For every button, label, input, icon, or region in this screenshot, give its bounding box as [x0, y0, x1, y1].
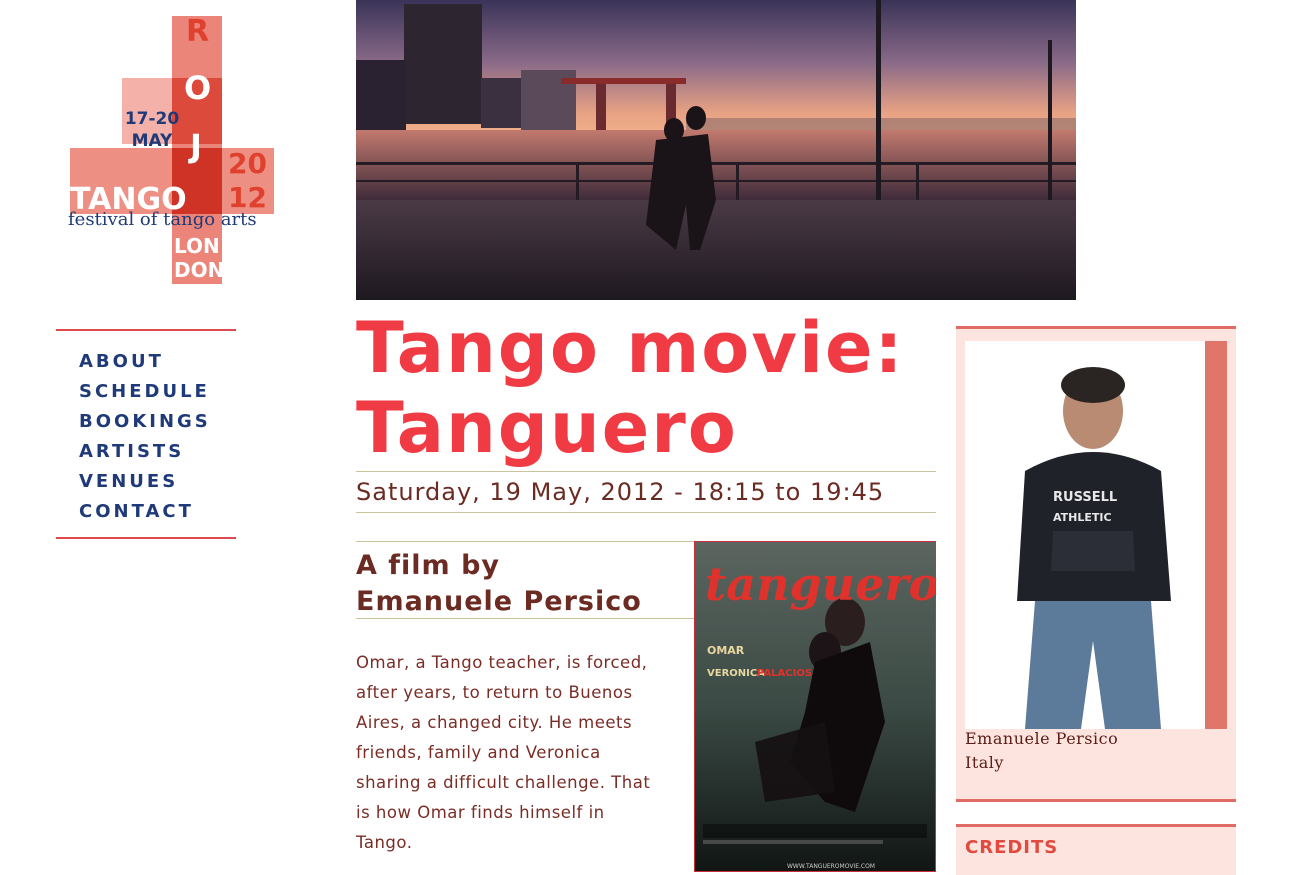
artist-card-stripe	[1205, 341, 1227, 729]
logo-tagline: festival of tango arts	[68, 209, 257, 230]
nav-bookings[interactable]: BOOKINGS	[79, 407, 236, 437]
artist-photo: RUSSELL ATHLETIC	[965, 341, 1205, 729]
logo-city-1: LON	[174, 234, 220, 258]
nav-artists[interactable]: ARTISTS	[79, 437, 236, 467]
film-poster[interactable]: tanguero OMAR VERONICA PALACIOS WWW.TANG…	[694, 541, 936, 872]
poster-url: WWW.TANGUEROMOVIE.COM	[787, 863, 875, 870]
shirt-text-1: RUSSELL	[1053, 490, 1117, 505]
event-description: Omar, a Tango teacher, is forced, after …	[356, 653, 651, 852]
logo-city: LON DON	[174, 234, 224, 282]
poster-title: tanguero	[705, 557, 935, 611]
hero-image	[356, 0, 1076, 300]
logo-city-2: DON	[174, 258, 225, 282]
dancers-at-sunset-image	[356, 0, 1076, 300]
film-by-heading: A film by Emanuele Persico	[356, 548, 694, 620]
credits-panel: CREDITS	[956, 824, 1236, 875]
nav-about[interactable]: ABOUT	[79, 347, 236, 377]
nav-schedule[interactable]: SCHEDULE	[79, 377, 236, 407]
event-title: Tango movie: Tanguero	[356, 308, 946, 468]
nav-venues[interactable]: VENUES	[79, 467, 236, 497]
logo-year: 20	[228, 147, 267, 180]
logo-letter: R	[186, 14, 210, 49]
shirt-text-2: ATHLETIC	[1053, 511, 1112, 524]
poster-actor-1: OMAR	[707, 644, 745, 657]
artist-portrait: RUSSELL ATHLETIC	[965, 341, 1205, 729]
artist-name[interactable]: Emanuele Persico	[965, 729, 1118, 748]
logo-dates: 17-20 MAY	[120, 108, 184, 152]
event-date: Saturday, 19 May, 2012 - 18:15 to 19:45	[356, 478, 885, 506]
logo-date-days: 17-20	[124, 109, 180, 129]
film-director: Emanuele Persico	[356, 586, 642, 617]
artist-card[interactable]: RUSSELL ATHLETIC Emanuele Persico Italy	[956, 326, 1236, 802]
nav-contact[interactable]: CONTACT	[79, 497, 236, 527]
event-title-line1: Tango movie:	[356, 307, 905, 389]
artist-country: Italy	[965, 753, 1004, 772]
film-by-label: A film by	[356, 550, 501, 581]
event-title-line2: Tanguero	[356, 387, 738, 469]
logo-date-month: MAY	[131, 131, 173, 151]
festival-logo[interactable]: R O J 20 12 17-20 MAY TANGO festival of …	[68, 14, 278, 289]
event-date-bar: Saturday, 19 May, 2012 - 18:15 to 19:45	[356, 471, 936, 513]
poster-actor-2-last: PALACIOS	[757, 668, 812, 679]
poster-image: tanguero OMAR VERONICA PALACIOS WWW.TANG…	[695, 542, 935, 871]
film-by-block: A film by Emanuele Persico	[356, 541, 694, 619]
credits-heading: CREDITS	[965, 837, 1059, 858]
main-nav: ABOUT SCHEDULE BOOKINGS ARTISTS VENUES C…	[56, 329, 236, 539]
logo-letter: O	[184, 69, 212, 107]
logo-letter: J	[190, 127, 202, 165]
